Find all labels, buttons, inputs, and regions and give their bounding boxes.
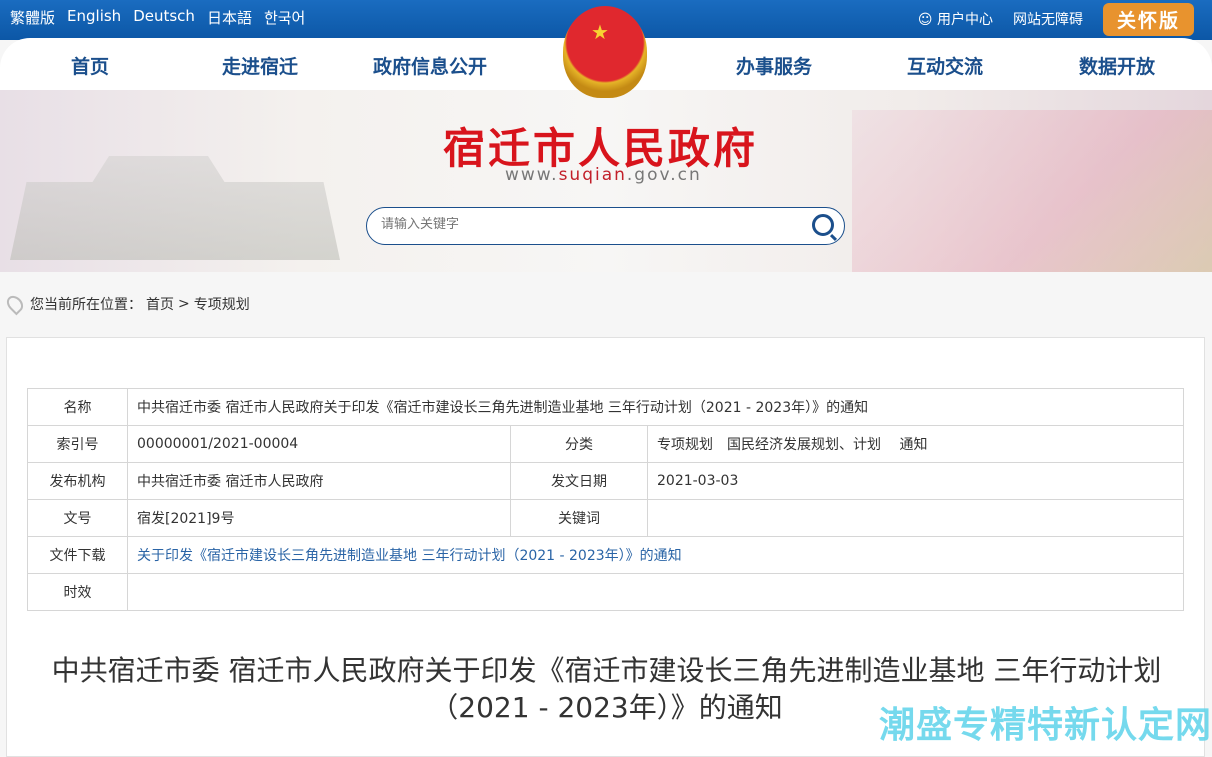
breadcrumb: 您当前所在位置： 首页 > 专项规划: [3, 292, 250, 316]
nav-about[interactable]: 走进宿迁: [222, 52, 298, 79]
keywords-label: 关键词: [510, 499, 648, 537]
breadcrumb-separator: >: [178, 296, 190, 312]
info-table: 名称 中共宿迁市委 宿迁市人民政府关于印发《宿迁市建设长三角先进制造业基地 三年行…: [27, 388, 1184, 611]
language-links: 繁體版 English Deutsch 日本語 한국어: [10, 7, 305, 28]
search-box: [366, 207, 845, 245]
publisher-label: 发布机构: [27, 462, 128, 500]
index-label: 索引号: [27, 425, 128, 463]
nav-services[interactable]: 办事服务: [736, 52, 812, 79]
lang-english[interactable]: English: [67, 7, 121, 28]
accessibility-link[interactable]: 网站无障碍: [1013, 9, 1083, 29]
city-gate-image: [10, 156, 340, 260]
nav-open-data[interactable]: 数据开放: [1079, 52, 1155, 79]
download-link[interactable]: 关于印发《宿迁市建设长三角先进制造业基地 三年行动计划（2021 - 2023年…: [137, 548, 682, 564]
name-value: 中共宿迁市委 宿迁市人民政府关于印发《宿迁市建设长三角先进制造业基地 三年行动计…: [127, 388, 1184, 426]
lang-korean[interactable]: 한국어: [264, 7, 305, 28]
table-row: 文件下载 关于印发《宿迁市建设长三角先进制造业基地 三年行动计划（2021 - 2…: [27, 536, 1184, 574]
user-center-label: 用户中心: [936, 12, 993, 28]
table-row: 发布机构 中共宿迁市委 宿迁市人民政府 发文日期 2021-03-03: [27, 462, 1184, 500]
national-emblem-icon: ★: [563, 6, 647, 98]
table-row: 文号 宿发[2021]9号 关键词: [27, 499, 1184, 537]
doc-no-label: 文号: [27, 499, 128, 537]
category-label: 分类: [510, 425, 648, 463]
doc-no-value: 宿发[2021]9号: [127, 499, 511, 537]
validity-value: [127, 573, 1184, 611]
lang-traditional[interactable]: 繁體版: [10, 7, 55, 28]
location-pin-icon: [3, 292, 27, 316]
table-row: 索引号 00000001/2021-00004 分类 专项规划 国民经济发展规划、计划…: [27, 425, 1184, 463]
care-version-button[interactable]: 关怀版: [1102, 2, 1194, 36]
site-url: www.suqian.gov.cn: [505, 165, 702, 185]
lang-german[interactable]: Deutsch: [133, 7, 195, 28]
nav-gov-info[interactable]: 政府信息公开: [373, 52, 487, 79]
validity-label: 时效: [27, 573, 128, 611]
nav-home[interactable]: 首页: [71, 52, 109, 79]
table-row: 名称 中共宿迁市委 宿迁市人民政府关于印发《宿迁市建设长三角先进制造业基地 三年行…: [27, 388, 1184, 426]
breadcrumb-label: 您当前所在位置：: [30, 297, 142, 313]
date-label: 发文日期: [510, 462, 648, 500]
index-value: 00000001/2021-00004: [127, 425, 511, 463]
download-label: 文件下载: [27, 536, 128, 574]
breadcrumb-home[interactable]: 首页: [146, 294, 174, 314]
lang-japanese[interactable]: 日本語: [207, 7, 252, 28]
watermark: 潮盛专精特新认定网: [878, 705, 1212, 746]
keywords-value: [647, 499, 1184, 537]
date-value: 2021-03-03: [647, 462, 1184, 500]
breadcrumb-current[interactable]: 专项规划: [194, 294, 250, 314]
name-label: 名称: [27, 388, 128, 426]
search-icon[interactable]: [812, 214, 834, 236]
category-value: 专项规划 国民经济发展规划、计划 通知: [647, 425, 1184, 463]
user-icon: ☺: [917, 12, 933, 28]
user-center-link[interactable]: ☺ 用户中心: [918, 9, 993, 29]
nav-interaction[interactable]: 互动交流: [907, 52, 983, 79]
table-row: 时效: [27, 573, 1184, 611]
publisher-value: 中共宿迁市委 宿迁市人民政府: [127, 462, 511, 500]
search-input[interactable]: [381, 217, 781, 232]
content-panel: 名称 中共宿迁市委 宿迁市人民政府关于印发《宿迁市建设长三角先进制造业基地 三年行…: [6, 337, 1205, 757]
flower-landscape-image: [852, 110, 1212, 272]
